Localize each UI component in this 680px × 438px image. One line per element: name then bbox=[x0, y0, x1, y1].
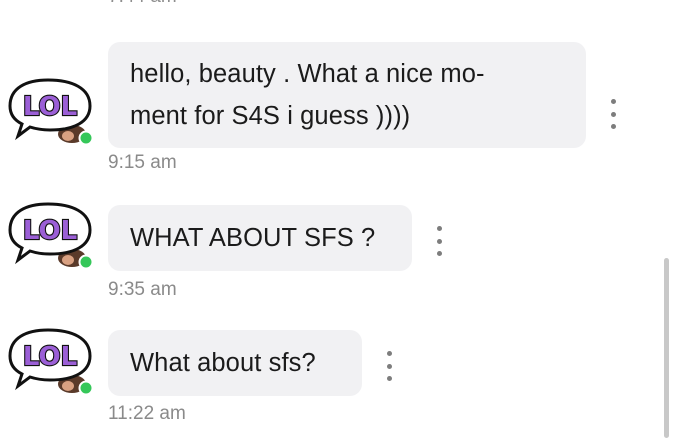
lol-avatar-icon: LOL bbox=[8, 202, 94, 270]
message-bubble[interactable]: hello, beauty . What a nice mo- ment for… bbox=[108, 42, 586, 148]
avatar-text: LOL bbox=[23, 92, 77, 122]
online-status-icon bbox=[78, 130, 94, 146]
message-timestamp: 11:22 am bbox=[108, 403, 186, 424]
message-text-line: WHAT ABOUT SFS ? bbox=[130, 224, 376, 252]
message-timestamp: 9:35 am bbox=[108, 279, 177, 300]
message-text-line: What about sfs? bbox=[130, 349, 316, 377]
scrollbar-thumb[interactable] bbox=[664, 258, 669, 438]
avatar-text: LOL bbox=[23, 216, 77, 246]
message-text-line: ment for S4S i guess )))) bbox=[130, 102, 411, 130]
sender-avatar[interactable]: LOL bbox=[4, 326, 100, 396]
lol-avatar-icon: LOL bbox=[8, 78, 94, 146]
message-text-line: hello, beauty . What a nice mo- bbox=[130, 60, 485, 88]
avatar-text: LOL bbox=[23, 342, 77, 372]
message-bubble[interactable]: WHAT ABOUT SFS ? bbox=[108, 205, 412, 271]
message-menu-icon[interactable] bbox=[384, 351, 394, 381]
message-timestamp-partial: 7:44 am bbox=[108, 0, 177, 8]
sender-avatar[interactable]: LOL bbox=[4, 200, 100, 270]
message-menu-icon[interactable] bbox=[434, 226, 444, 256]
sender-avatar[interactable]: LOL bbox=[4, 76, 100, 146]
message-timestamp: 9:15 am bbox=[108, 152, 177, 173]
message-menu-icon[interactable] bbox=[608, 99, 618, 129]
lol-avatar-icon: LOL bbox=[8, 328, 94, 396]
online-status-icon bbox=[78, 254, 94, 270]
message-bubble[interactable]: What about sfs? bbox=[108, 330, 362, 396]
online-status-icon bbox=[78, 380, 94, 396]
